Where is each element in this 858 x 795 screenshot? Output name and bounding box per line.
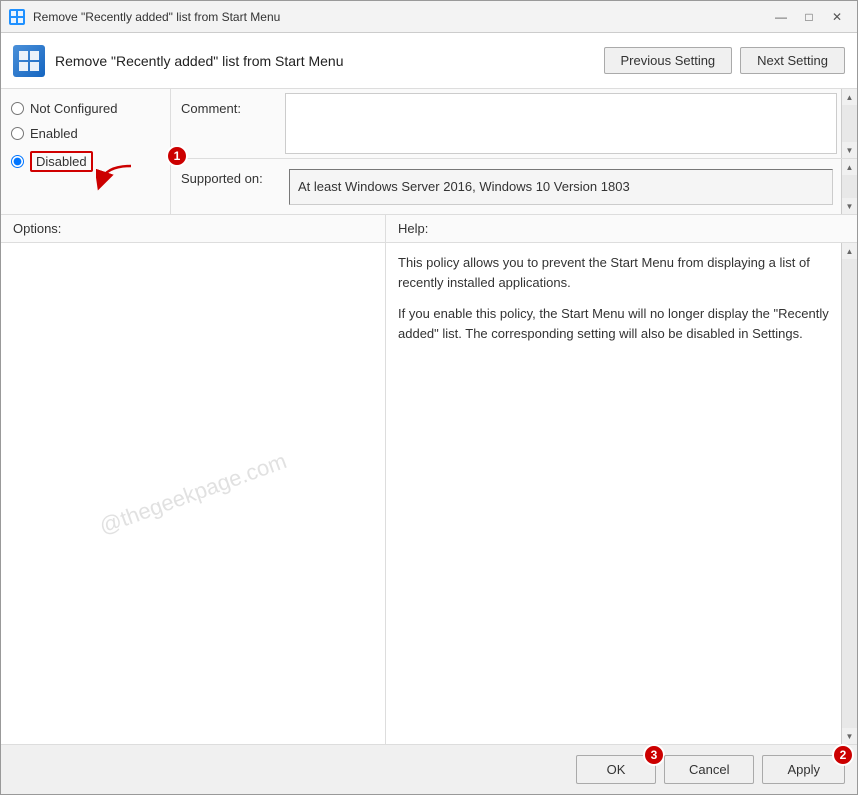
comment-input-cell: [281, 89, 841, 158]
radio-section: Not Configured Enabled Disabled 1: [1, 89, 171, 214]
enabled-option[interactable]: Enabled: [11, 126, 160, 141]
previous-setting-button[interactable]: Previous Setting: [604, 47, 733, 74]
help-scroll-down[interactable]: ▼: [842, 728, 857, 744]
not-configured-radio[interactable]: [11, 102, 24, 115]
window-icon: [9, 9, 25, 25]
title-bar-left: Remove "Recently added" list from Start …: [9, 9, 280, 25]
top-section: Not Configured Enabled Disabled 1: [1, 89, 857, 215]
section-headers: Options: Help:: [1, 215, 857, 243]
next-setting-button[interactable]: Next Setting: [740, 47, 845, 74]
supported-content: At least Windows Server 2016, Windows 10…: [281, 159, 841, 214]
supported-label: Supported on:: [171, 159, 281, 214]
comment-label: Comment:: [171, 89, 281, 158]
disabled-radio[interactable]: [11, 155, 24, 168]
panels-row: @thegeekpage.com This policy allows you …: [1, 243, 857, 744]
help-paragraph-2: If you enable this policy, the Start Men…: [398, 304, 829, 343]
supported-text: At least Windows Server 2016, Windows 10…: [289, 169, 833, 205]
comment-scroll-up[interactable]: ▲: [842, 89, 857, 105]
main-window: Remove "Recently added" list from Start …: [0, 0, 858, 795]
comment-row: Comment: ▲ ▼: [171, 89, 857, 159]
comment-scroll-track: [842, 105, 857, 142]
help-panel: This policy allows you to prevent the St…: [386, 243, 841, 744]
ok-badge: 3: [643, 744, 665, 766]
enabled-radio[interactable]: [11, 127, 24, 140]
help-text: This policy allows you to prevent the St…: [398, 253, 829, 343]
supported-scroll-up[interactable]: ▲: [842, 159, 857, 175]
minimize-button[interactable]: —: [769, 7, 793, 27]
comment-scrollbar[interactable]: ▲ ▼: [841, 89, 857, 158]
disabled-option[interactable]: Disabled 1: [11, 151, 160, 172]
help-paragraph-1: This policy allows you to prevent the St…: [398, 253, 829, 292]
window-title: Remove "Recently added" list from Start …: [33, 10, 280, 24]
supported-scroll-down[interactable]: ▼: [842, 198, 857, 214]
supported-row: Supported on: At least Windows Server 20…: [171, 159, 857, 214]
header-buttons: Previous Setting Next Setting: [604, 47, 846, 74]
disabled-badge: 1: [166, 145, 188, 167]
options-header: Options:: [1, 215, 386, 242]
apply-badge: 2: [832, 744, 854, 766]
right-panels: Comment: ▲ ▼ Supported on: At least Wind…: [171, 89, 857, 214]
close-button[interactable]: ✕: [825, 7, 849, 27]
help-header: Help:: [386, 215, 857, 242]
not-configured-option[interactable]: Not Configured: [11, 101, 160, 116]
supported-scrollbar[interactable]: ▲ ▼: [841, 159, 857, 214]
maximize-button[interactable]: □: [797, 7, 821, 27]
help-scrollbar[interactable]: ▲ ▼: [841, 243, 857, 744]
not-configured-label: Not Configured: [30, 101, 117, 116]
supported-scroll-track: [842, 175, 857, 198]
help-scroll-track: [842, 259, 857, 728]
ok-button[interactable]: OK 3: [576, 755, 656, 784]
watermark: @thegeekpage.com: [96, 448, 290, 540]
help-panel-container: This policy allows you to prevent the St…: [386, 243, 857, 744]
title-bar-controls: — □ ✕: [769, 7, 849, 27]
options-panel: @thegeekpage.com: [1, 243, 386, 744]
header-icon: [13, 45, 45, 77]
enabled-label: Enabled: [30, 126, 78, 141]
header-bar: Remove "Recently added" list from Start …: [1, 33, 857, 89]
help-scroll-up[interactable]: ▲: [842, 243, 857, 259]
disabled-label: Disabled: [30, 151, 93, 172]
main-content: Not Configured Enabled Disabled 1: [1, 89, 857, 744]
cancel-button[interactable]: Cancel: [664, 755, 754, 784]
header-title: Remove "Recently added" list from Start …: [55, 53, 344, 69]
comment-scroll-down[interactable]: ▼: [842, 142, 857, 158]
comment-textarea[interactable]: [285, 93, 837, 154]
header-left: Remove "Recently added" list from Start …: [13, 45, 344, 77]
title-bar: Remove "Recently added" list from Start …: [1, 1, 857, 33]
footer: OK 3 Cancel Apply 2: [1, 744, 857, 794]
bottom-section: Options: Help: @thegeekpage.com This pol…: [1, 215, 857, 744]
apply-button[interactable]: Apply 2: [762, 755, 845, 784]
